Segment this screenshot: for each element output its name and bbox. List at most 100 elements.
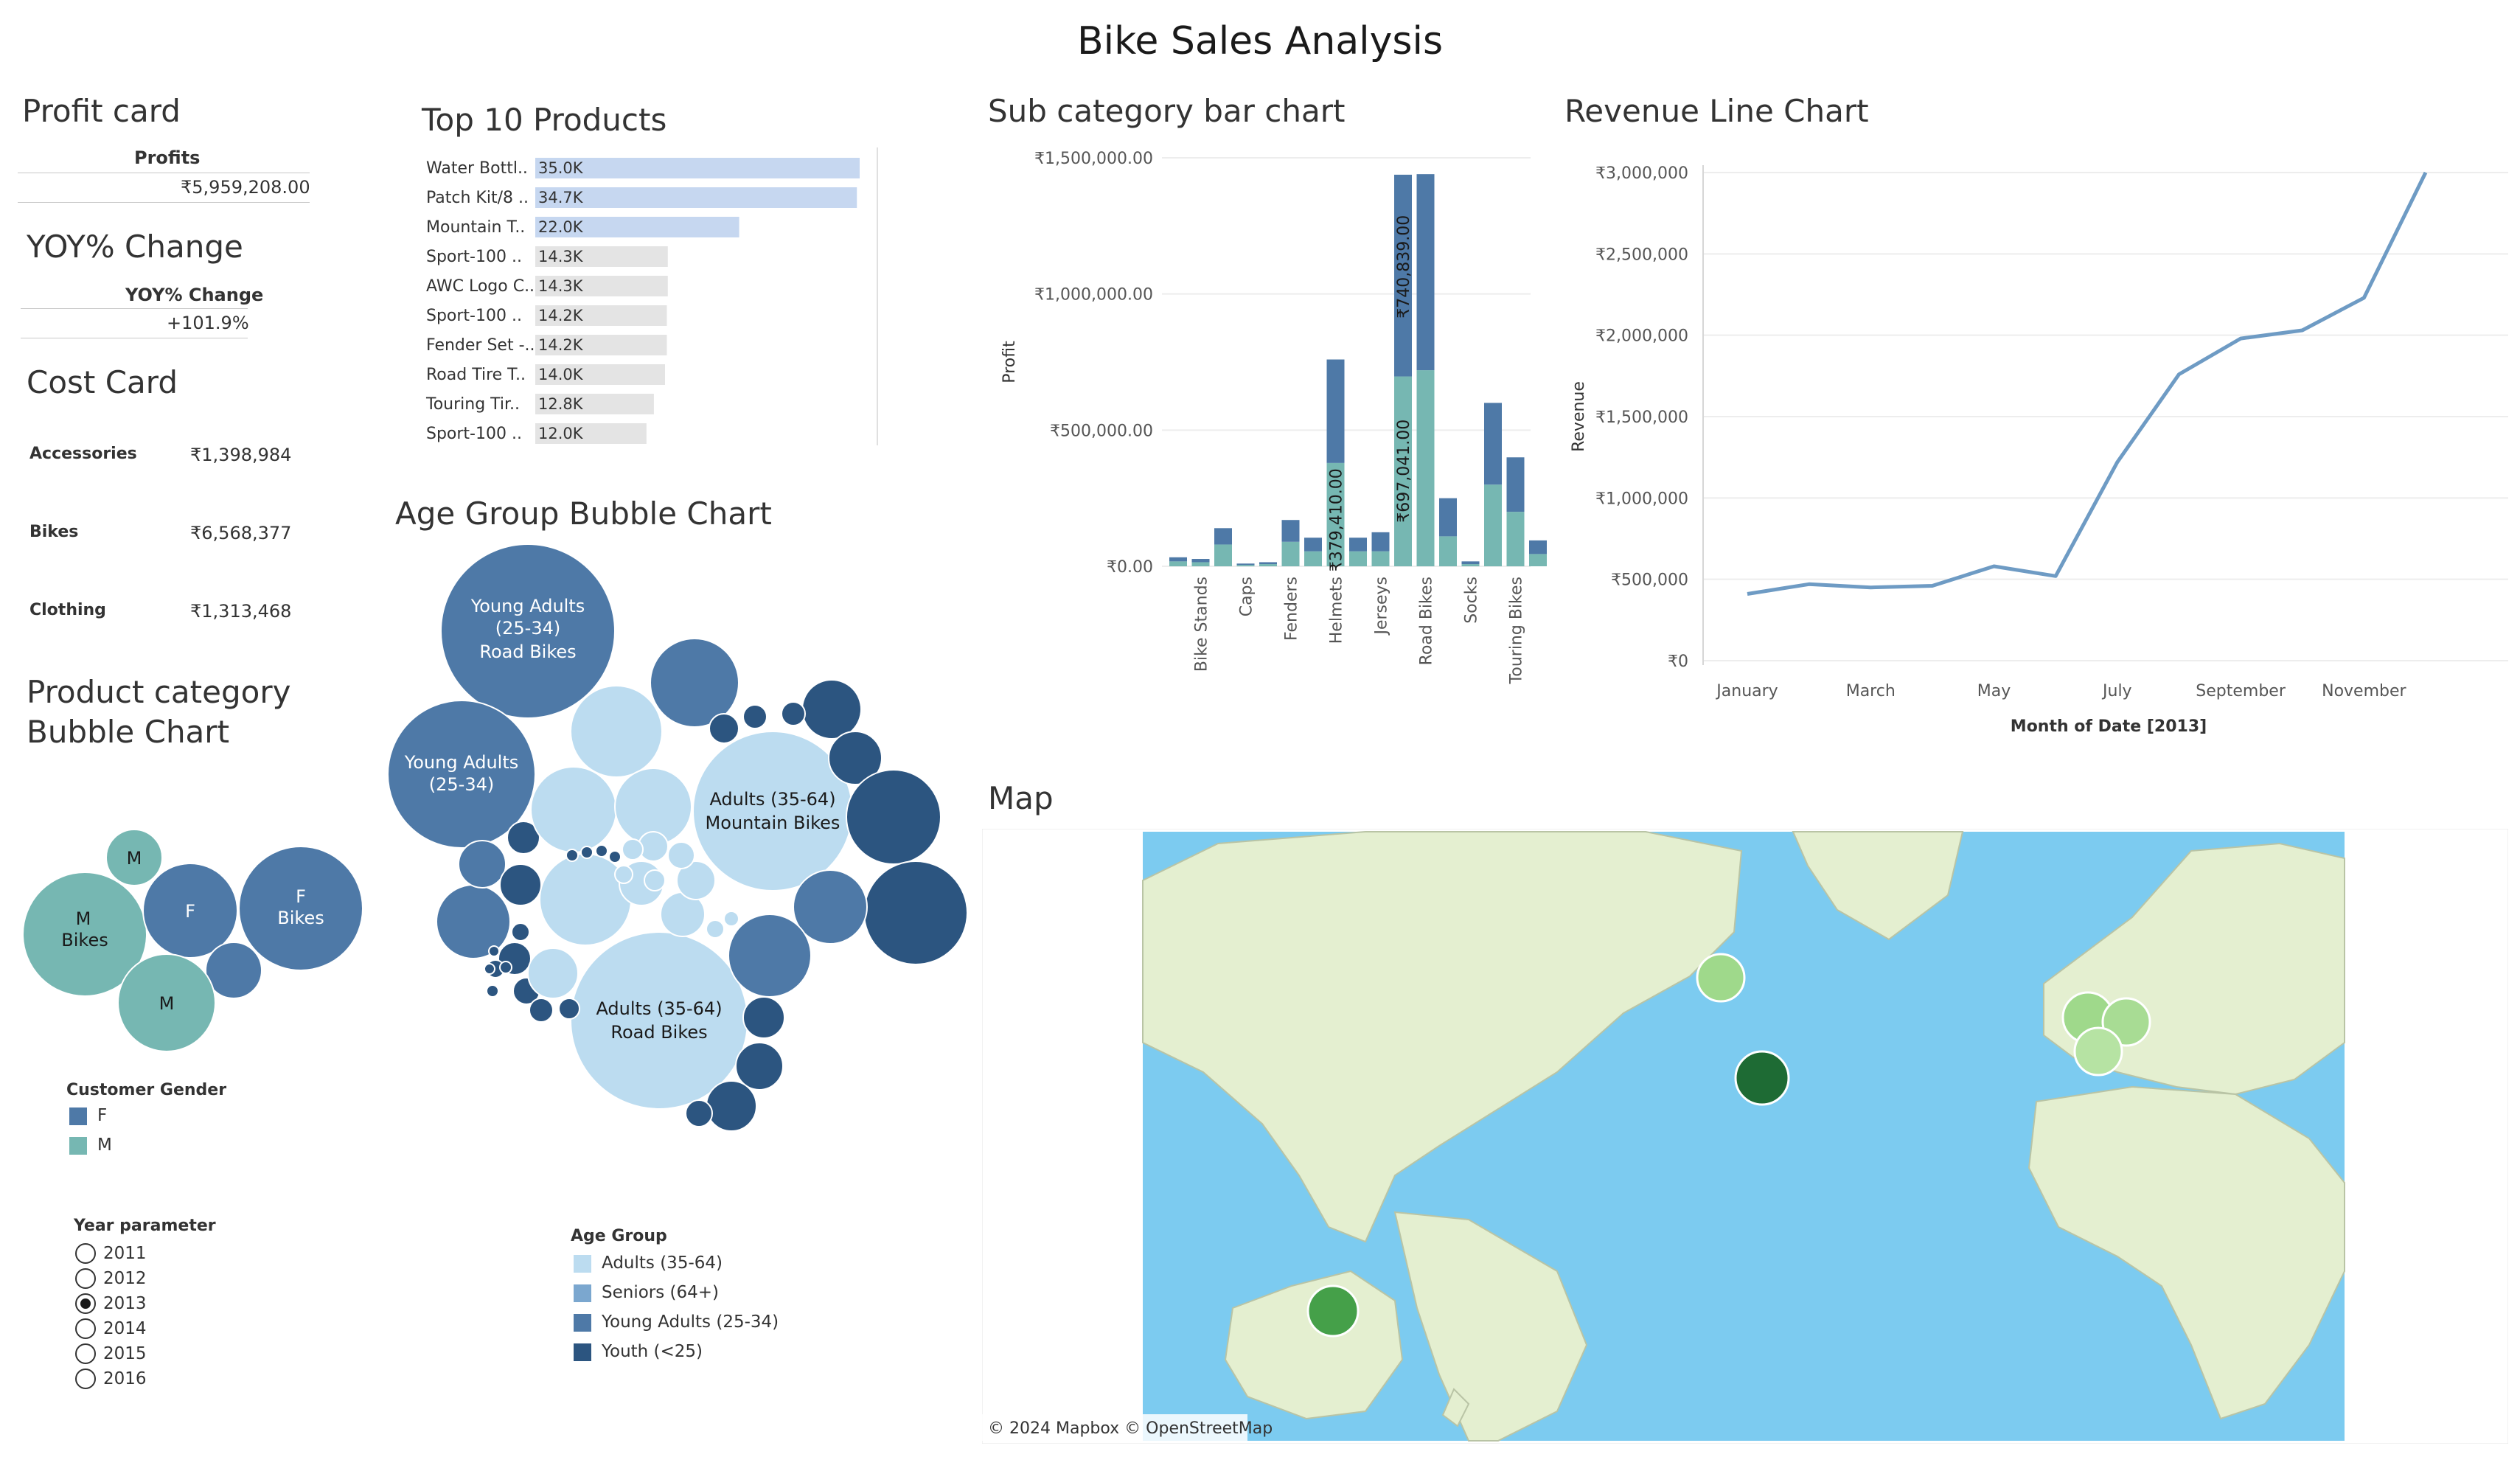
revenue-xtick: January [1715,682,1778,700]
bubble [781,701,806,726]
revenue-ytick: ₹3,000,000 [1595,164,1688,183]
revenue-ytick: ₹0 [1668,653,1688,671]
bubble [846,769,941,865]
cost-row-label: Accessories [29,445,137,463]
top10-product-label: Touring Tir.. [425,395,520,414]
bubble-label: F [296,886,306,907]
subcat-bar-m [1259,564,1277,566]
bubble [706,1080,757,1132]
subcat-xtick: Road Bikes [1418,577,1436,665]
year-label: 2015 [103,1344,147,1363]
age-legend-title: Age Group [571,1227,667,1245]
legend-swatch-f [69,1107,87,1125]
profit-card-value: ₹5,959,208.00 [181,177,310,198]
top10-value-label: 12.8K [538,395,584,413]
year-label: 2014 [103,1319,147,1338]
bubble [484,963,495,975]
bubble [511,922,530,942]
subcat-bar-m [1506,512,1525,566]
bubble-label: Mountain Bikes [706,813,840,833]
legend-label: Adults (35-64) [602,1253,723,1273]
subcat-bar-f [1169,557,1187,562]
product-bubble-chart: M M Bikes F F Bikes M [22,829,363,1052]
subcat-bar-m [1236,565,1255,566]
year-parameter-title: Year parameter [74,1217,216,1235]
bubble [580,846,594,859]
bubble [709,713,739,744]
subcat-xtick: Fenders [1283,577,1301,641]
product-bubble-title-line1: Product category [27,674,291,710]
age-bubble-title: Age Group Bubble Chart [395,495,772,532]
top10-product-label: Patch Kit/8 .. [426,189,529,207]
gender-legend-title: Customer Gender [66,1081,227,1099]
bubble [595,844,608,858]
top10-value-label: 12.0K [538,425,584,442]
subcat-xtick: Bike Stands [1193,577,1211,672]
year-radio-2014[interactable] [75,1318,96,1339]
subcat-bar-f [1484,403,1502,485]
top10-value-label: 34.7K [538,189,584,206]
top10-value-label: 22.0K [538,218,584,236]
subcat-annotation: ₹740,839.00 [1395,215,1413,319]
subcat-ylabel: Profit [1000,341,1019,383]
bubble-label: Road Bikes [479,641,576,662]
cost-row-value: ₹1,313,468 [190,601,292,622]
year-radio-2015[interactable] [75,1343,96,1364]
bubble [644,869,666,891]
map-point-usa [1734,1050,1790,1106]
revenue-xtick: May [1977,682,2011,700]
year-label: 2012 [103,1269,147,1288]
bubble [742,704,768,729]
legend-label-f: F [97,1106,108,1125]
top10-bar [535,187,857,208]
revenue-title: Revenue Line Chart [1564,93,1869,129]
subcat-bar-m [1461,564,1480,566]
subcat-xtick: Helmets [1328,577,1346,644]
map-point-australia [1306,1284,1360,1338]
subcat-bar-f [1326,359,1345,463]
top10-value-label: 35.0K [538,159,584,177]
bubble [565,849,579,862]
bubble [499,863,542,906]
top10-product-label: Sport-100 .. [426,248,522,266]
map-title: Map [988,780,1054,816]
bubble [801,679,862,740]
bubble [529,998,554,1023]
subcat-bar-f [1236,563,1255,566]
subcat-bar-f [1529,540,1547,554]
subcat-bar-f [1191,559,1210,563]
subcat-ytick: ₹1,500,000.00 [1034,150,1153,168]
bubble [622,838,644,860]
cost-row-label: Bikes [29,523,79,541]
yoy-card-title: YOY% Change [27,229,243,265]
top10-value-label: 14.2K [538,336,584,354]
bubble [863,860,968,965]
bubble [723,911,739,927]
map-point-france [2073,1026,2123,1077]
top10-chart: Water Bottl.. 35.0K Patch Kit/8 .. 34.7K Mou… [425,147,878,445]
year-radio-2011[interactable] [75,1243,96,1264]
year-label: 2016 [103,1369,147,1388]
subcat-bar-m [1191,562,1210,566]
top10-product-label: Sport-100 .. [426,307,522,325]
subcat-bar-f [1281,520,1300,542]
subcat-xtick: Jerseys [1373,577,1391,636]
subcat-bar-f [1439,498,1457,537]
top10-product-label: Water Bottl.. [426,159,528,178]
revenue-chart: ₹3,000,000 ₹2,500,000 ₹2,000,000 ₹1,500,000… [1570,164,2508,736]
map[interactable]: © 2024 Mapbox © OpenStreetMap [982,829,2508,1444]
revenue-xtick: November [2322,682,2406,700]
profit-card-header: Profits [134,147,201,168]
year-radio-2012[interactable] [75,1268,96,1289]
bubble [530,766,617,853]
year-radio-2016[interactable] [75,1369,96,1389]
subcat-bar-m [1349,551,1367,566]
year-label: 2013 [103,1294,147,1313]
revenue-xtick: July [2101,682,2132,700]
top10-value-label: 14.3K [538,277,584,295]
bubble-label: Young Adults [404,752,518,773]
bubble [608,850,622,863]
subcat-xtick: Touring Bikes [1508,577,1526,684]
legend-label: Youth (<25) [602,1342,703,1361]
year-radio-2013[interactable] [75,1293,96,1314]
